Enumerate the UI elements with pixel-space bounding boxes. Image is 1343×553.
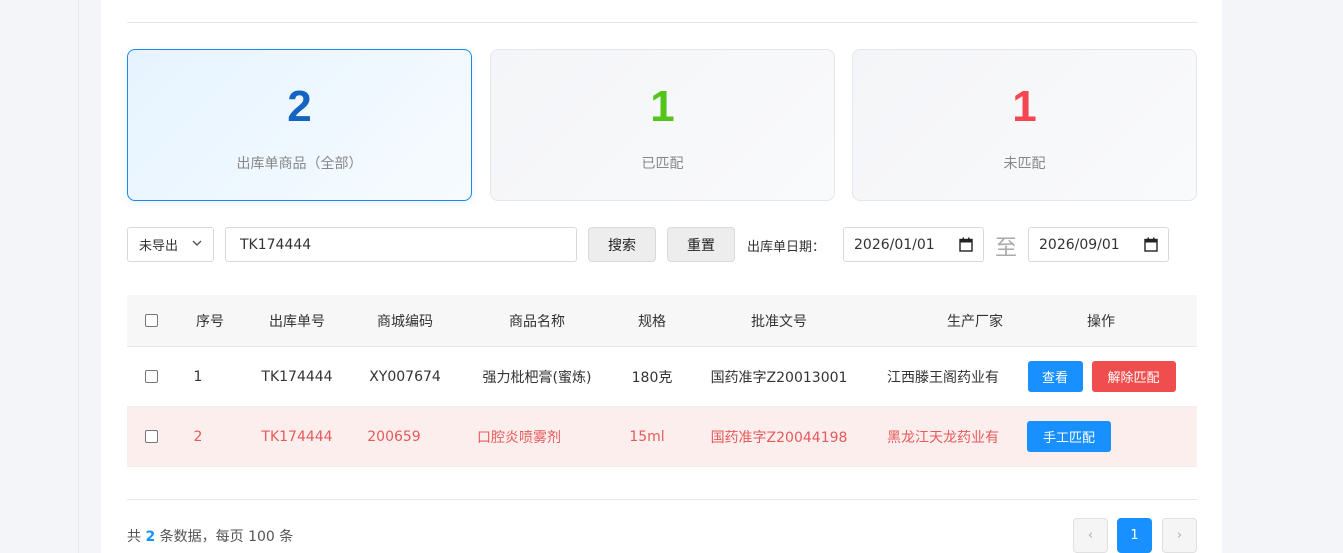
cell-approval-no: 国药准字Z20044198 [710, 429, 848, 446]
table-row: 1 TK174444 XY007674 强力枇杷膏(蜜炼) 180克 国药准字Z… [127, 347, 1197, 407]
date-from-input[interactable]: 2026/01/01 [843, 227, 984, 262]
reset-button[interactable]: 重置 [667, 227, 735, 262]
header-actions: 操作 [1087, 313, 1115, 330]
cell-approval-no: 国药准字Z20013001 [710, 369, 848, 386]
summary-suffix: 条数据，每页 100 条 [159, 529, 294, 545]
search-button[interactable]: 搜索 [588, 227, 656, 262]
calendar-icon [1144, 237, 1158, 252]
bottom-divider [127, 499, 1197, 500]
calendar-icon [959, 237, 973, 252]
header-mall-code: 商城编码 [377, 313, 433, 330]
row-checkbox-cell [141, 347, 161, 406]
next-page-button[interactable]: › [1162, 518, 1197, 553]
table-row: 2 TK174444 200659 口腔炎喷雾剂 15ml 国药准字Z20044… [127, 407, 1197, 467]
pagination-summary: 共 2 条数据，每页 100 条 [127, 526, 293, 546]
left-divider [78, 0, 79, 553]
unmatch-button[interactable]: 解除匹配 [1091, 361, 1176, 392]
row-checkbox-cell [141, 407, 161, 466]
cell-product-name: 口腔炎喷雾剂 [477, 429, 561, 446]
row-checkbox[interactable] [144, 370, 158, 383]
page-button-current[interactable]: 1 [1117, 518, 1152, 553]
export-status-value: 未导出 [139, 239, 179, 254]
cell-index: 1 [193, 368, 203, 385]
stat-card-matched[interactable]: 1 已匹配 [490, 49, 835, 201]
row-checkbox[interactable] [144, 430, 158, 443]
search-input[interactable]: TK174444 [225, 227, 577, 262]
stat-card-total[interactable]: 2 出库单商品（全部） [127, 49, 472, 201]
manual-match-button-cell: 手工匹配 [1027, 407, 1111, 466]
stat-card-unmatched[interactable]: 1 未匹配 [852, 49, 1197, 201]
stat-total-label: 出库单商品（全部） [236, 156, 363, 172]
view-button-cell: 查看 [1027, 347, 1083, 406]
select-all-checkbox[interactable] [144, 314, 158, 327]
stat-unmatched-label: 未匹配 [1003, 156, 1046, 172]
date-label: 出库单日期： [747, 240, 826, 255]
date-to-value: 2026/09/01 [1039, 236, 1120, 253]
horizontal-scrollbar[interactable] [127, 465, 1197, 467]
cell-order-no: TK174444 [261, 428, 333, 445]
summary-total: 2 [145, 529, 156, 545]
export-status-select[interactable]: 未导出 [127, 227, 214, 262]
product-table: 序号 出库单号 商城编码 商品名称 规格 批准文号 生产厂家 操作 1 TK17… [127, 295, 1197, 467]
cell-product-name: 强力枇杷膏(蜜炼) [482, 369, 592, 386]
view-button[interactable]: 查看 [1027, 361, 1083, 392]
search-input-value: TK174444 [240, 236, 312, 253]
cell-spec: 180克 [631, 369, 673, 386]
manual-match-button[interactable]: 手工匹配 [1027, 421, 1111, 452]
cell-mall-code: 200659 [367, 428, 421, 445]
table-header: 序号 出库单号 商城编码 商品名称 规格 批准文号 生产厂家 操作 [127, 295, 1197, 347]
stat-unmatched-value: 1 [1012, 82, 1037, 131]
chevron-down-icon [192, 240, 202, 246]
cell-manufacturer: 江西滕王阁药业有 [887, 369, 999, 386]
cell-manufacturer: 黑龙江天龙药业有 [887, 429, 999, 446]
header-spec: 规格 [638, 313, 666, 330]
header-order-no: 出库单号 [269, 313, 325, 330]
cell-mall-code: XY007674 [369, 368, 441, 385]
header-manufacturer: 生产厂家 [947, 313, 1003, 330]
cell-index: 2 [193, 428, 203, 445]
stat-matched-value: 1 [650, 82, 675, 131]
stat-total-value: 2 [287, 82, 312, 131]
summary-prefix: 共 [127, 529, 141, 545]
top-divider [127, 22, 1197, 23]
header-product-name: 商品名称 [509, 313, 565, 330]
cell-order-no: TK174444 [261, 368, 333, 385]
cell-spec: 15ml [629, 428, 665, 445]
unmatch-button-cell: 解除匹配 [1091, 347, 1176, 406]
stat-matched-label: 已匹配 [641, 156, 684, 172]
header-approval-no: 批准文号 [751, 313, 807, 330]
date-to-input[interactable]: 2026/09/01 [1028, 227, 1169, 262]
prev-page-button[interactable]: ‹ [1073, 518, 1108, 553]
date-from-value: 2026/01/01 [854, 236, 935, 253]
date-separator: 至 [995, 236, 1018, 261]
select-all-checkbox-cell [141, 295, 161, 346]
header-index: 序号 [196, 313, 224, 330]
main-panel: 2 出库单商品（全部） 1 已匹配 1 未匹配 未导出 TK174444 搜索 … [101, 0, 1222, 553]
